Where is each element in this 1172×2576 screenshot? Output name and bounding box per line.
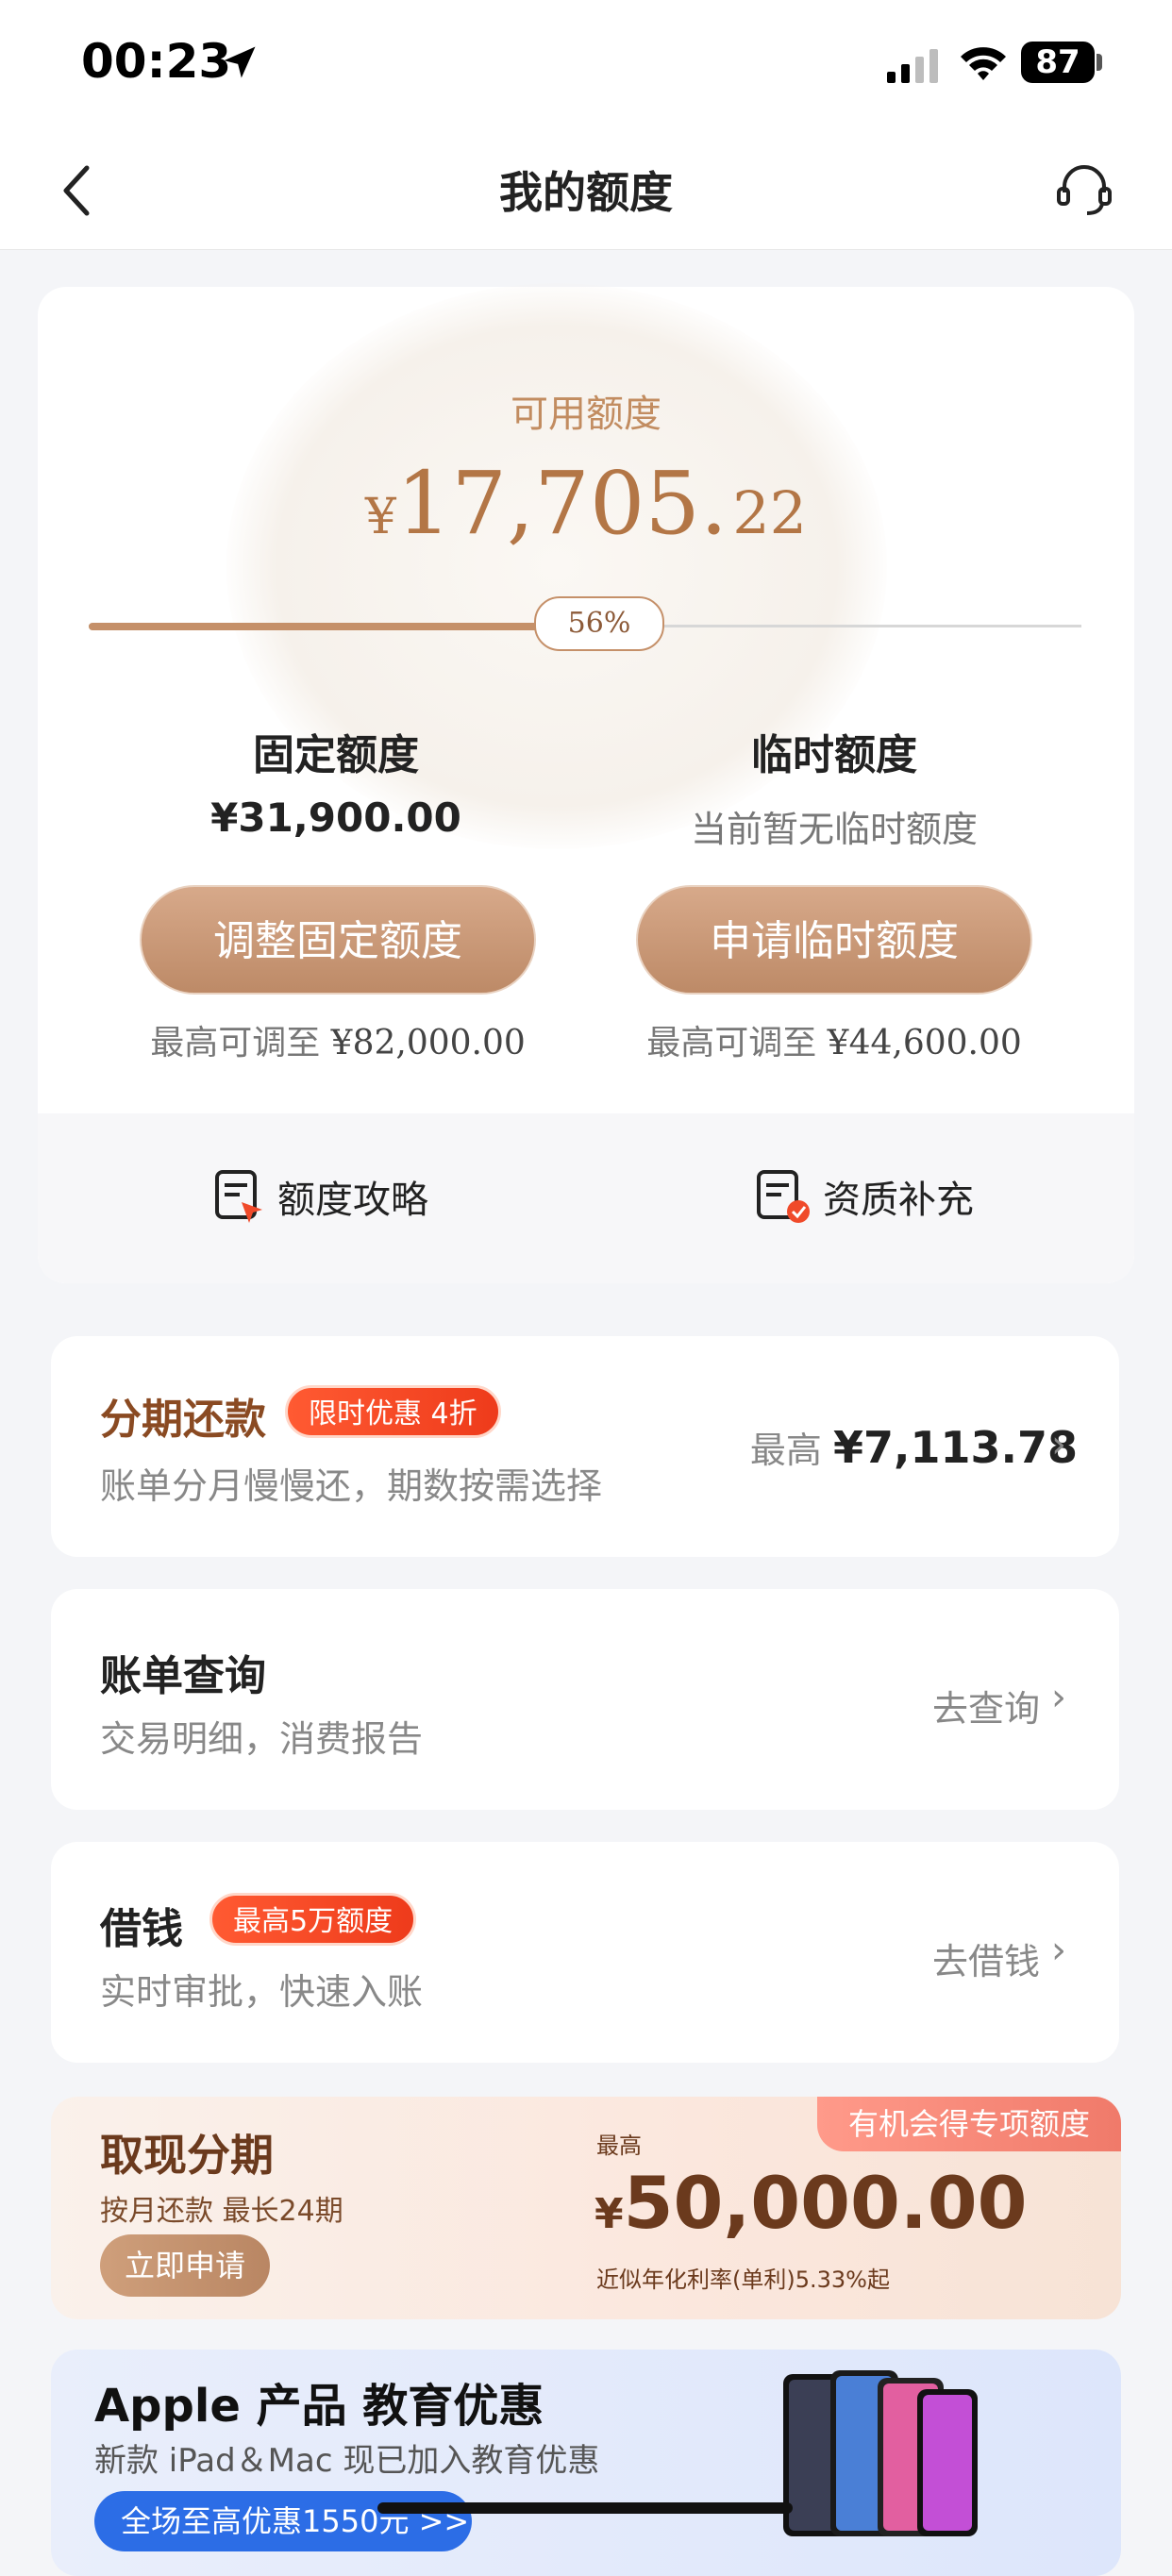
apple-subtitle: 新款 iPad＆Mac 现已加入教育优惠: [94, 2442, 600, 2480]
bill-chevron-icon: ›: [1051, 1676, 1066, 1719]
fixed-note-value: ¥82,000.00: [330, 1024, 526, 1062]
temp-note-value: ¥44,600.00: [827, 1024, 1022, 1062]
temp-quota-title: 临时额度: [751, 731, 917, 779]
customer-service-headset-icon[interactable]: [1055, 160, 1113, 219]
installment-max: 最高 ¥7,113.78: [750, 1421, 1078, 1473]
adjust-fixed-quota-button[interactable]: 调整固定额度: [140, 885, 536, 995]
wifi-icon: [961, 47, 1006, 80]
battery-level: 87: [1021, 42, 1095, 83]
quota-strategy-label: 额度攻略: [277, 1179, 428, 1222]
cellular-signal-icon: [887, 49, 938, 83]
installment-max-value: ¥7,113.78: [833, 1422, 1078, 1473]
currency-symbol: ¥: [364, 489, 396, 545]
apply-temp-quota-button[interactable]: 申请临时额度: [636, 885, 1032, 995]
loan-chevron-icon: ›: [1051, 1929, 1066, 1972]
fixed-quota-value: ¥31,900.00: [210, 795, 461, 841]
usage-percent-pill: 56%: [534, 596, 664, 651]
page-title: 我的额度: [499, 167, 673, 218]
apple-title: Apple 产品 教育优惠: [94, 2380, 544, 2433]
amount-decimal: 22: [732, 478, 808, 547]
bill-subtitle: 交易明细，消费报告: [100, 1718, 424, 1760]
cash-subtitle: 按月还款 最长24期: [100, 2195, 343, 2228]
battery-nub: [1097, 54, 1102, 71]
loan-badge: 最高5万额度: [209, 1893, 417, 1946]
installment-subtitle: 账单分月慢慢还，期数按需选择: [100, 1465, 603, 1507]
loan-title: 借钱: [100, 1905, 183, 1953]
loan-subtitle: 实时审批，快速入账: [100, 1971, 424, 2013]
loan-action: 去借钱: [931, 1941, 1040, 1982]
cash-max-label: 最高: [596, 2133, 642, 2159]
cash-title: 取现分期: [100, 2130, 274, 2181]
quota-strategy-link[interactable]: 额度攻略: [213, 1168, 428, 1225]
installment-chevron-icon: ›: [1051, 1423, 1066, 1466]
status-time: 00:23: [81, 34, 232, 89]
cash-rate: 近似年化利率(单利)5.33%起: [596, 2267, 890, 2293]
temp-quota-note: 最高可调至 ¥44,600.00: [627, 1015, 1042, 1064]
apple-devices-image: [783, 2370, 978, 2536]
qualification-icon: [757, 1170, 810, 1223]
qualification-link[interactable]: 资质补充: [755, 1168, 974, 1225]
bill-title: 账单查询: [100, 1652, 266, 1700]
installment-max-prefix: 最高: [749, 1430, 822, 1471]
fixed-note-label: 最高可调至: [150, 1024, 321, 1062]
available-quota-label: 可用额度: [511, 393, 661, 436]
amount-integer: 17,705.: [395, 453, 728, 554]
cash-special-tag: 有机会得专项额度: [817, 2097, 1121, 2151]
cash-amount-value: 50,000.00: [623, 2161, 1028, 2245]
installment-badge: 限时优惠 4折: [285, 1385, 501, 1438]
strategy-icon: [215, 1170, 262, 1223]
home-indicator: [377, 2502, 793, 2514]
qualification-label: 资质补充: [823, 1179, 974, 1222]
temp-quota-value: 当前暂无临时额度: [690, 809, 978, 850]
available-quota-amount: ¥17,705. 22: [0, 453, 1172, 554]
apple-offer-button[interactable]: 全场至高优惠1550元 >>: [94, 2491, 472, 2551]
apply-now-button[interactable]: 立即申请: [100, 2234, 270, 2297]
cash-currency: ¥: [594, 2190, 624, 2238]
cash-amount: ¥50,000.00: [594, 2161, 1028, 2245]
installment-title: 分期还款: [100, 1396, 266, 1444]
temp-note-label: 最高可调至: [646, 1024, 817, 1062]
fixed-quota-note: 最高可调至 ¥82,000.00: [130, 1015, 545, 1064]
fixed-quota-title: 固定额度: [253, 731, 419, 779]
location-arrow-icon: [224, 46, 256, 78]
bill-action: 去查询: [931, 1688, 1040, 1730]
